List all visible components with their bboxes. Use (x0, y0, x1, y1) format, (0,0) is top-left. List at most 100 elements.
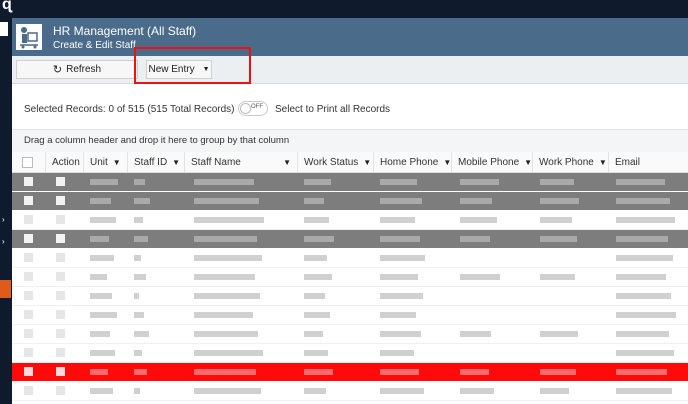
row-checkbox[interactable] (24, 177, 33, 186)
redacted-cell (194, 312, 253, 318)
filter-icon[interactable]: ▼ (443, 158, 451, 167)
row-checkbox[interactable] (24, 196, 33, 205)
redacted-cell (194, 388, 261, 394)
filter-icon[interactable]: ▼ (172, 158, 180, 167)
col-mobile-phone-label: Mobile Phone (458, 156, 520, 168)
row-action-button[interactable] (56, 234, 65, 243)
redacted-cell (380, 350, 414, 356)
redacted-cell (304, 388, 326, 394)
redacted-cell (380, 179, 417, 185)
filter-icon[interactable]: ▼ (363, 158, 371, 167)
redacted-cell (616, 331, 669, 337)
redacted-cell (134, 236, 148, 242)
row-checkbox[interactable] (24, 291, 33, 300)
row-checkbox[interactable] (24, 253, 33, 262)
col-action[interactable]: Action (46, 152, 84, 172)
table-row[interactable] (12, 230, 688, 248)
col-work-status[interactable]: Work Status ▼ (298, 152, 374, 172)
redacted-cell (304, 350, 328, 356)
table-row[interactable] (12, 382, 688, 401)
toggle-knob (240, 103, 251, 114)
redacted-cell (90, 217, 116, 223)
redacted-cell (460, 274, 500, 280)
table-row[interactable] (12, 192, 688, 210)
row-action-button[interactable] (56, 215, 65, 224)
col-work-phone[interactable]: Work Phone ▼ (533, 152, 609, 172)
table-row[interactable] (12, 268, 688, 287)
row-action-button[interactable] (56, 272, 65, 281)
filter-icon[interactable]: ▼ (599, 158, 607, 167)
filter-icon[interactable]: ▼ (524, 158, 532, 167)
filter-icon[interactable]: ▼ (113, 158, 121, 167)
row-action-button[interactable] (56, 329, 65, 338)
row-action-button[interactable] (56, 196, 65, 205)
row-checkbox[interactable] (24, 310, 33, 319)
refresh-button[interactable]: ↻ Refresh (16, 60, 138, 79)
table-row[interactable] (12, 306, 688, 325)
table-row[interactable] (12, 249, 688, 268)
col-home-phone[interactable]: Home Phone ▼ (374, 152, 452, 172)
redacted-cell (460, 388, 494, 394)
row-action-button[interactable] (56, 177, 65, 186)
filter-icon[interactable]: ▼ (283, 158, 291, 167)
redacted-cell (194, 179, 254, 185)
col-mobile-phone[interactable]: Mobile Phone ▼ (452, 152, 533, 172)
row-checkbox[interactable] (24, 348, 33, 357)
table-row[interactable] (12, 363, 688, 381)
row-checkbox[interactable] (24, 215, 33, 224)
redacted-cell (616, 274, 666, 280)
page-header: HR Management (All Staff) Create & Edit … (12, 18, 688, 56)
app-window: HR Management (All Staff) Create & Edit … (12, 18, 688, 404)
row-checkbox[interactable] (24, 272, 33, 281)
redacted-cell (90, 331, 110, 337)
col-unit[interactable]: Unit ▼ (84, 152, 128, 172)
row-action-button[interactable] (56, 310, 65, 319)
table-row[interactable] (12, 173, 688, 191)
row-checkbox[interactable] (24, 386, 33, 395)
rail-active-indicator (0, 280, 11, 298)
table-row[interactable] (12, 287, 688, 306)
print-all-toggle[interactable]: OFF (238, 101, 268, 116)
toolbar: ↻ Refresh New Entry ▼ (12, 56, 688, 84)
col-home-phone-label: Home Phone (380, 156, 439, 168)
redacted-cell (380, 369, 419, 375)
select-all-checkbox[interactable] (22, 156, 33, 168)
group-by-panel[interactable]: Drag a column header and drop it here to… (12, 129, 688, 153)
redacted-cell (304, 217, 329, 223)
row-action-button[interactable] (56, 367, 65, 376)
redacted-cell (194, 255, 262, 261)
redacted-cell (194, 274, 255, 280)
col-staff-name[interactable]: Staff Name ▼ (185, 152, 298, 172)
col-unit-label: Unit (90, 156, 108, 168)
row-action-button[interactable] (56, 253, 65, 262)
row-checkbox[interactable] (24, 234, 33, 243)
row-action-button[interactable] (56, 291, 65, 300)
col-staff-id[interactable]: Staff ID ▼ (128, 152, 185, 172)
rail-arrow-icon[interactable]: › (2, 238, 5, 246)
logo-mark: ɋ (2, 0, 12, 13)
redacted-cell (540, 236, 577, 242)
redacted-cell (460, 369, 489, 375)
redacted-cell (134, 255, 141, 261)
redacted-cell (540, 388, 569, 394)
redacted-cell (460, 217, 497, 223)
redacted-cell (540, 331, 578, 337)
rail-arrow-icon[interactable]: › (2, 216, 5, 224)
redacted-cell (134, 198, 150, 204)
table-row[interactable] (12, 211, 688, 230)
table-row[interactable] (12, 325, 688, 344)
grid-body (12, 173, 688, 404)
redacted-cell (380, 217, 415, 223)
row-action-button[interactable] (56, 386, 65, 395)
redacted-cell (304, 331, 323, 337)
rail-menu-button[interactable] (0, 22, 8, 36)
redacted-cell (90, 293, 112, 299)
row-action-button[interactable] (56, 348, 65, 357)
col-email[interactable]: Email (609, 152, 688, 172)
redacted-cell (304, 255, 327, 261)
table-row[interactable] (12, 344, 688, 363)
col-email-label: Email (615, 156, 641, 168)
row-checkbox[interactable] (24, 367, 33, 376)
redacted-cell (304, 236, 334, 242)
row-checkbox[interactable] (24, 329, 33, 338)
